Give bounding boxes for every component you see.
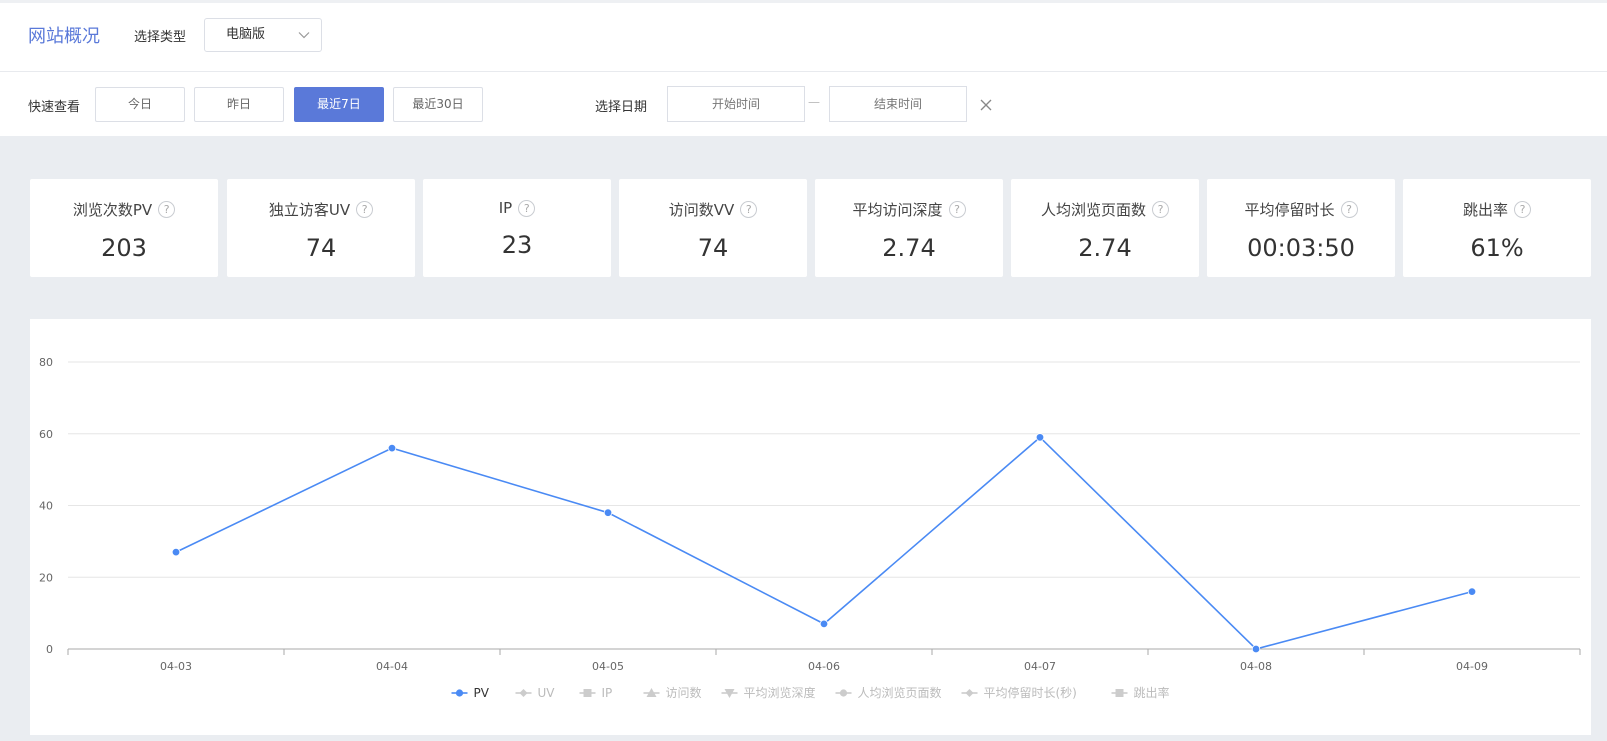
date-separator: — bbox=[808, 95, 820, 109]
stat-value: 203 bbox=[101, 234, 147, 262]
x-tick-label: 04-06 bbox=[808, 660, 840, 673]
quick-view-label: 快速查看 bbox=[28, 100, 81, 115]
pv-data-point bbox=[1251, 644, 1261, 654]
stat-card-pv: 浏览次数PV? 203 bbox=[30, 179, 218, 277]
stat-label: 平均访问深度 bbox=[852, 201, 943, 219]
x-tick-label: 04-04 bbox=[376, 660, 408, 673]
help-icon[interactable]: ? bbox=[740, 201, 758, 218]
close-icon[interactable] bbox=[979, 98, 993, 112]
stat-value: 61% bbox=[1470, 234, 1524, 262]
x-tick-label: 04-08 bbox=[1240, 660, 1272, 673]
help-icon[interactable]: ? bbox=[1340, 201, 1358, 218]
stat-label: 访问数VV bbox=[668, 201, 735, 219]
start-date-input[interactable]: 开始时间 bbox=[667, 86, 805, 122]
stat-value: 2.74 bbox=[1078, 234, 1132, 262]
legend-marker bbox=[583, 689, 592, 697]
pv-series-line bbox=[175, 436, 1473, 650]
stat-card-vv: 访问数VV? 74 bbox=[619, 179, 807, 277]
end-date-input[interactable]: 结束时间 bbox=[829, 86, 967, 122]
page-title: 网站概况 bbox=[28, 26, 100, 47]
stat-value: 74 bbox=[305, 234, 337, 262]
help-icon[interactable]: ? bbox=[356, 201, 374, 218]
pv-data-point bbox=[1467, 587, 1477, 596]
type-label: 选择类型 bbox=[134, 30, 187, 45]
type-select[interactable]: 电脑版 bbox=[204, 18, 322, 52]
stat-label: 平均停留时长 bbox=[1244, 201, 1335, 219]
pv-data-point bbox=[603, 508, 613, 517]
y-tick-label: 20 bbox=[39, 571, 53, 584]
help-icon[interactable]: ? bbox=[518, 199, 536, 217]
today-button[interactable]: 今日 bbox=[95, 87, 185, 122]
y-tick-label: 0 bbox=[46, 643, 53, 656]
stat-value: 00:03:50 bbox=[1247, 234, 1355, 262]
chevron-down-icon bbox=[298, 32, 310, 39]
legend-item-5[interactable]: 平均浏览深度 bbox=[744, 685, 816, 700]
stat-label: IP bbox=[498, 199, 513, 217]
help-icon[interactable]: ? bbox=[1514, 201, 1531, 218]
pv-data-point bbox=[171, 547, 181, 557]
y-tick-label: 80 bbox=[39, 356, 53, 369]
stat-value: 74 bbox=[697, 234, 729, 262]
last-30-days-button[interactable]: 最近30日 bbox=[393, 87, 483, 122]
stat-card-uv: 独立访客UV? 74 bbox=[227, 179, 415, 277]
legend-marker bbox=[965, 689, 974, 697]
stat-value: 23 bbox=[501, 231, 533, 259]
yesterday-button[interactable]: 昨日 bbox=[194, 87, 284, 122]
pv-data-point bbox=[387, 443, 397, 453]
stat-label: 跳出率 bbox=[1462, 201, 1508, 219]
legend-item-8[interactable]: 跳出率 bbox=[1134, 685, 1170, 700]
chart-panel: 0 20 40 60 80 04-03 04-04 04-05 04-06 04-07 04-08 0… bbox=[30, 319, 1591, 735]
stat-label: 独立访客UV bbox=[268, 201, 351, 219]
legend-item-6[interactable]: 人均浏览页面数 bbox=[858, 685, 942, 700]
legend-item-1[interactable]: PV bbox=[474, 686, 490, 700]
legend-item-2[interactable]: UV bbox=[538, 686, 556, 700]
legend-marker bbox=[455, 689, 464, 697]
pv-data-point bbox=[1035, 433, 1045, 442]
pv-data-point bbox=[819, 619, 829, 629]
legend-item-7[interactable]: 平均停留时长(秒) bbox=[984, 685, 1077, 700]
legend-marker bbox=[1115, 689, 1124, 697]
help-icon[interactable]: ? bbox=[1152, 201, 1169, 218]
legend-marker bbox=[839, 689, 848, 697]
stat-card-avg-depth: 平均访问深度? 2.74 bbox=[815, 179, 1003, 277]
stat-card-pages-per-user: 人均浏览页面数? 2.74 bbox=[1011, 179, 1199, 277]
stat-label: 人均浏览页面数 bbox=[1040, 201, 1146, 219]
x-tick-label: 04-07 bbox=[1024, 660, 1056, 673]
stat-label: 浏览次数PV bbox=[72, 201, 153, 219]
header-divider bbox=[0, 71, 1607, 72]
help-icon[interactable]: ? bbox=[158, 201, 176, 218]
top-border bbox=[0, 0, 1607, 3]
y-tick-label: 40 bbox=[39, 500, 53, 513]
legend-item-4[interactable]: 访问数 bbox=[666, 685, 702, 700]
x-tick-label: 04-09 bbox=[1456, 660, 1488, 673]
help-icon[interactable]: ? bbox=[948, 201, 966, 218]
stat-card-bounce-rate: 跳出率? 61% bbox=[1403, 179, 1591, 277]
legend-item-3[interactable]: IP bbox=[602, 686, 613, 700]
stat-value: 2.74 bbox=[882, 234, 936, 262]
legend-marker bbox=[519, 689, 528, 697]
date-label: 选择日期 bbox=[595, 100, 648, 115]
stat-card-avg-duration: 平均停留时长? 00:03:50 bbox=[1207, 179, 1395, 277]
x-tick-label: 04-05 bbox=[592, 660, 624, 673]
type-select-value: 电脑版 bbox=[226, 27, 266, 42]
x-tick-label: 04-03 bbox=[160, 660, 192, 673]
pv-line-chart: 0 20 40 60 80 04-03 04-04 04-05 04-06 04-07 04-08 0… bbox=[39, 356, 1581, 700]
stat-card-ip: IP? 23 bbox=[423, 179, 611, 277]
last-7-days-button[interactable]: 最近7日 bbox=[294, 87, 384, 122]
y-tick-label: 60 bbox=[39, 428, 53, 441]
